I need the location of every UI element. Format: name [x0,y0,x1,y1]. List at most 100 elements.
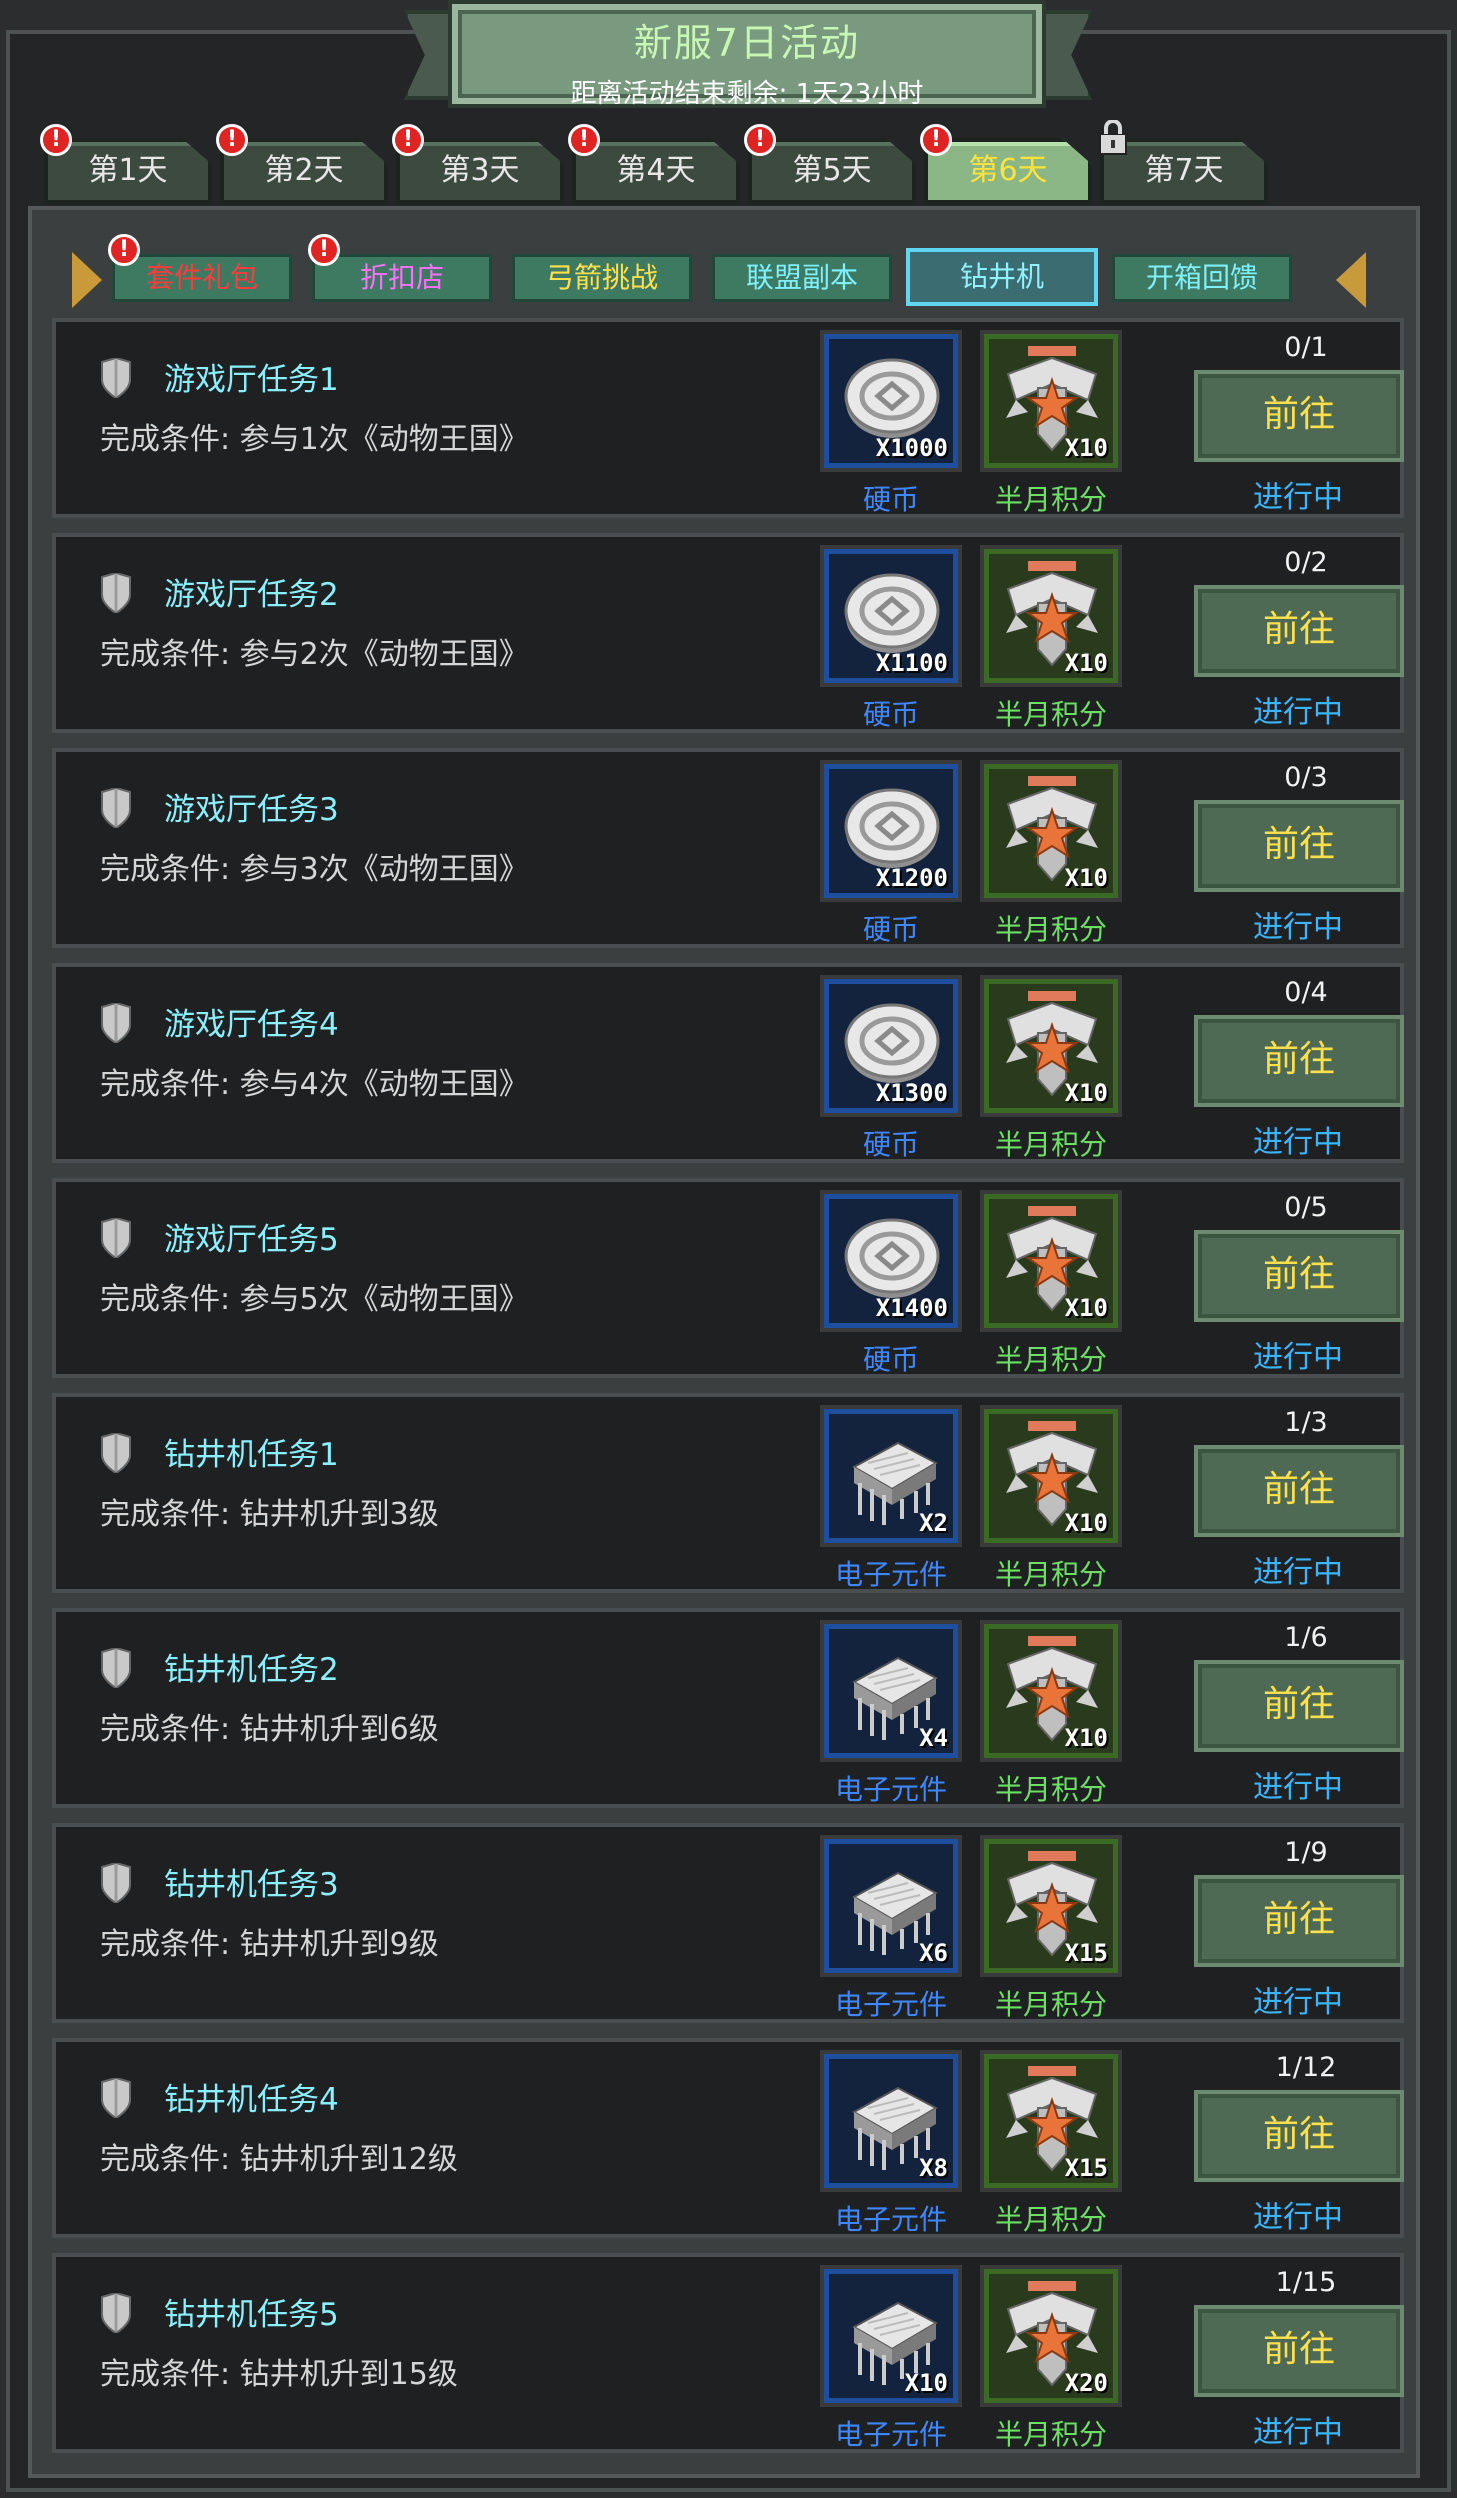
reward-label: 半月积分 [994,698,1107,731]
reward-item-2[interactable]: X10 [980,1190,1122,1332]
day-tab-label: 第4天 [616,153,696,188]
task-progress: 1/12 [1275,2052,1337,2083]
reward-item-1[interactable]: X1400 [820,1190,962,1332]
alert-badge-icon: ! [108,234,140,266]
go-button[interactable]: 前往 [1194,585,1404,677]
reward-item-2[interactable]: X10 [980,545,1122,687]
reward-label: 硬币 [862,483,919,516]
main-panel: 套件礼包! 折扣店! 弓箭挑战 联盟副本 钻井机 开箱回馈 游戏厅任务1 完成条件: 参与1… [28,206,1420,2478]
task-status: 进行中 [1253,910,1343,945]
day-tab-label: 第6天 [968,153,1048,188]
task-title: 钻井机任务4 [164,2082,339,2118]
task-progress: 1/15 [1275,2267,1337,2298]
reward-item-2[interactable]: X10 [980,330,1122,472]
alert-badge-icon: ! [308,234,340,266]
reward-item-1[interactable]: X1100 [820,545,962,687]
reward-quantity: X10 [1064,1509,1108,1537]
reward-item-2[interactable]: X10 [980,1405,1122,1547]
task-condition: 完成条件: 钻井机升到12级 [100,2142,458,2177]
reward-label: 半月积分 [994,483,1107,516]
category-tab-4[interactable]: 联盟副本 [712,254,892,302]
task-title: 钻井机任务1 [164,1437,339,1473]
reward-label: 硬币 [862,698,919,731]
reward-quantity: X2 [919,1509,948,1537]
reward-quantity: X1300 [875,1079,948,1107]
go-button[interactable]: 前往 [1194,800,1404,892]
task-progress: 1/9 [1284,1837,1328,1868]
task-status: 进行中 [1253,2415,1343,2450]
go-button[interactable]: 前往 [1194,2305,1404,2397]
shield-icon [101,573,131,613]
task-status: 进行中 [1253,480,1343,515]
task-progress: 0/5 [1284,1192,1328,1223]
alert-badge-icon: ! [920,124,952,156]
reward-label: 半月积分 [994,1343,1107,1376]
reward-item-1[interactable]: X4 [820,1620,962,1762]
alert-badge-icon: ! [40,124,72,156]
reward-item-2[interactable]: X10 [980,1620,1122,1762]
go-button[interactable]: 前往 [1194,1660,1404,1752]
reward-item-2[interactable]: X10 [980,760,1122,902]
reward-quantity: X10 [1064,864,1108,892]
reward-quantity: X8 [919,2154,948,2182]
task-row: 游戏厅任务1 完成条件: 参与1次《动物王国》 X1000 硬币 X10 半月积分 0/1 前… [52,318,1404,518]
task-condition: 完成条件: 钻井机升到3级 [100,1497,439,1532]
task-status: 进行中 [1253,1555,1343,1590]
go-button[interactable]: 前往 [1194,2090,1404,2182]
task-condition: 完成条件: 参与1次《动物王国》 [100,422,529,457]
reward-item-2[interactable]: X15 [980,1835,1122,1977]
scroll-right-arrow-icon[interactable] [1336,252,1366,308]
category-tab-1[interactable]: 套件礼包 [112,254,292,302]
reward-item-2[interactable]: X10 [980,975,1122,1117]
reward-quantity: X1100 [875,649,948,677]
category-tab-3[interactable]: 弓箭挑战 [512,254,692,302]
category-tab-2[interactable]: 折扣店 [312,254,492,302]
reward-item-1[interactable]: X1000 [820,330,962,472]
reward-item-1[interactable]: X6 [820,1835,962,1977]
reward-label: 半月积分 [994,2418,1107,2451]
day-tab-label: 第3天 [440,153,520,188]
task-title: 游戏厅任务2 [164,577,339,613]
reward-label: 半月积分 [994,1128,1107,1161]
go-button[interactable]: 前往 [1194,1230,1404,1322]
reward-quantity: X10 [904,2369,948,2397]
reward-label: 电子元件 [834,1988,947,2021]
alert-badge-icon: ! [744,124,776,156]
reward-item-1[interactable]: X1300 [820,975,962,1117]
task-progress: 0/2 [1284,547,1328,578]
go-button[interactable]: 前往 [1194,1015,1404,1107]
reward-item-2[interactable]: X20 [980,2265,1122,2407]
category-tab-label: 弓箭挑战 [545,261,658,294]
task-progress: 1/6 [1284,1622,1328,1653]
reward-label: 半月积分 [994,1773,1107,1806]
task-progress: 0/4 [1284,977,1328,1008]
reward-label: 硬币 [862,913,919,946]
task-condition: 完成条件: 参与3次《动物王国》 [100,852,529,887]
go-button[interactable]: 前往 [1194,370,1404,462]
reward-label: 半月积分 [994,1558,1107,1591]
category-tab-label: 折扣店 [359,261,444,294]
reward-label: 半月积分 [994,1988,1107,2021]
go-button[interactable]: 前往 [1194,1875,1404,1967]
task-status: 进行中 [1253,1770,1343,1805]
reward-item-1[interactable]: X1200 [820,760,962,902]
task-title: 游戏厅任务1 [164,362,339,398]
reward-quantity: X1400 [875,1294,948,1322]
category-tab-6[interactable]: 开箱回馈 [1112,254,1292,302]
category-tab-5[interactable]: 钻井机 [906,248,1098,306]
shield-icon [101,2293,131,2333]
reward-item-1[interactable]: X2 [820,1405,962,1547]
reward-item-1[interactable]: X10 [820,2265,962,2407]
reward-quantity: X15 [1064,2154,1108,2182]
day-tab-label: 第2天 [264,153,344,188]
reward-item-1[interactable]: X8 [820,2050,962,2192]
task-title: 钻井机任务3 [164,1867,339,1903]
shield-icon [101,1218,131,1258]
reward-label: 硬币 [862,1343,919,1376]
task-condition: 完成条件: 参与4次《动物王国》 [100,1067,529,1102]
reward-item-2[interactable]: X15 [980,2050,1122,2192]
go-button[interactable]: 前往 [1194,1445,1404,1537]
scroll-left-arrow-icon[interactable] [72,252,102,308]
task-condition: 完成条件: 钻井机升到6级 [100,1712,439,1747]
shield-icon [101,1863,131,1903]
